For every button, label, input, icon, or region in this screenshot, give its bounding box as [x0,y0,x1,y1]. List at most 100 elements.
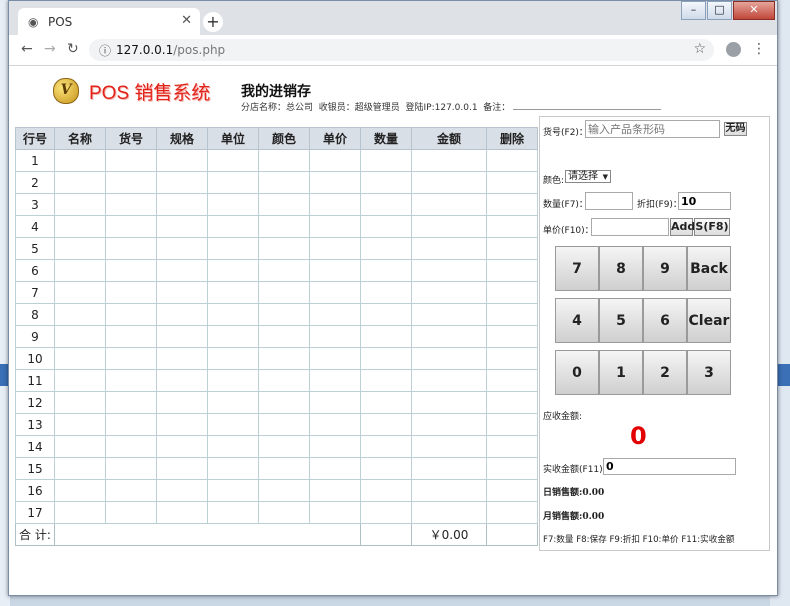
table-cell[interactable] [156,479,208,502]
table-cell[interactable] [411,303,487,326]
table-cell[interactable] [54,149,106,172]
table-cell[interactable] [411,149,487,172]
table-cell[interactable] [486,237,538,260]
table-cell[interactable] [54,259,106,282]
color-select[interactable]: 请选择 ▼ [565,170,611,183]
key-back-button[interactable]: Back [687,246,731,291]
table-cell[interactable] [486,259,538,282]
table-cell[interactable] [309,435,361,458]
table-cell[interactable] [156,413,208,436]
table-cell[interactable] [360,149,412,172]
table-cell[interactable] [105,303,157,326]
table-cell[interactable] [207,215,259,238]
table-cell[interactable] [54,457,106,480]
address-bar[interactable]: ⓘ 127.0.0.1/pos.php ☆ [89,39,714,61]
table-cell[interactable] [411,259,487,282]
close-window-button[interactable]: ✕ [733,1,775,20]
table-cell[interactable] [309,303,361,326]
table-cell[interactable] [486,303,538,326]
table-cell[interactable] [360,325,412,348]
table-cell[interactable] [54,391,106,414]
table-cell[interactable] [156,391,208,414]
table-cell[interactable] [156,237,208,260]
table-cell[interactable] [309,501,361,524]
table-cell[interactable] [258,325,310,348]
table-cell[interactable] [411,193,487,216]
table-cell[interactable] [258,237,310,260]
table-cell[interactable] [411,413,487,436]
key-0-button[interactable]: 0 [555,350,599,395]
table-cell[interactable] [207,479,259,502]
table-cell[interactable] [258,501,310,524]
table-cell[interactable] [207,281,259,304]
table-cell[interactable] [105,325,157,348]
table-cell[interactable] [207,193,259,216]
table-cell[interactable] [309,479,361,502]
table-cell[interactable] [105,479,157,502]
table-cell[interactable] [105,435,157,458]
note-field[interactable] [513,100,662,110]
table-cell[interactable] [360,237,412,260]
table-cell[interactable] [207,149,259,172]
table-cell[interactable] [54,435,106,458]
table-cell[interactable] [54,413,106,436]
table-cell[interactable] [309,457,361,480]
key-3-button[interactable]: 3 [687,350,731,395]
table-cell[interactable] [54,325,106,348]
table-cell[interactable] [486,347,538,370]
table-cell[interactable] [258,457,310,480]
table-cell[interactable] [54,237,106,260]
table-cell[interactable] [486,501,538,524]
profile-avatar-icon[interactable] [726,42,741,57]
key-6-button[interactable]: 6 [643,298,687,343]
table-cell[interactable] [207,413,259,436]
table-cell[interactable] [360,347,412,370]
table-cell[interactable] [207,391,259,414]
table-cell[interactable] [258,259,310,282]
table-cell[interactable] [258,369,310,392]
back-arrow-icon[interactable]: ← [21,41,33,57]
minimize-button[interactable]: – [681,1,706,20]
table-cell[interactable] [309,171,361,194]
no-code-button[interactable]: 无码 [724,122,747,136]
table-cell[interactable] [207,303,259,326]
key-8-button[interactable]: 8 [599,246,643,291]
table-cell[interactable] [309,413,361,436]
save-button[interactable]: S(F8) [694,218,730,236]
table-cell[interactable] [258,215,310,238]
table-cell[interactable] [360,369,412,392]
forward-arrow-icon[interactable]: → [44,41,56,57]
table-cell[interactable] [360,457,412,480]
reload-icon[interactable]: ↻ [67,41,79,57]
table-cell[interactable] [54,193,106,216]
key-9-button[interactable]: 9 [643,246,687,291]
key-1-button[interactable]: 1 [599,350,643,395]
table-cell[interactable] [411,501,487,524]
table-cell[interactable] [486,171,538,194]
new-tab-button[interactable]: + [203,12,223,32]
table-cell[interactable] [54,171,106,194]
table-cell[interactable] [411,237,487,260]
table-cell[interactable] [207,325,259,348]
table-cell[interactable] [309,149,361,172]
bookmark-star-icon[interactable]: ☆ [693,41,706,57]
table-cell[interactable] [105,193,157,216]
table-cell[interactable] [486,457,538,480]
maximize-button[interactable]: □ [707,1,732,20]
table-cell[interactable] [156,347,208,370]
table-cell[interactable] [411,457,487,480]
table-cell[interactable] [258,281,310,304]
table-cell[interactable] [486,479,538,502]
table-cell[interactable] [156,149,208,172]
table-cell[interactable] [105,259,157,282]
table-cell[interactable] [486,413,538,436]
key-clear-button[interactable]: Clear [687,298,731,343]
price-input[interactable] [591,218,669,236]
table-cell[interactable] [258,435,310,458]
table-cell[interactable] [411,391,487,414]
table-cell[interactable] [411,347,487,370]
table-cell[interactable] [207,501,259,524]
table-cell[interactable] [411,171,487,194]
table-cell[interactable] [258,171,310,194]
table-cell[interactable] [486,435,538,458]
